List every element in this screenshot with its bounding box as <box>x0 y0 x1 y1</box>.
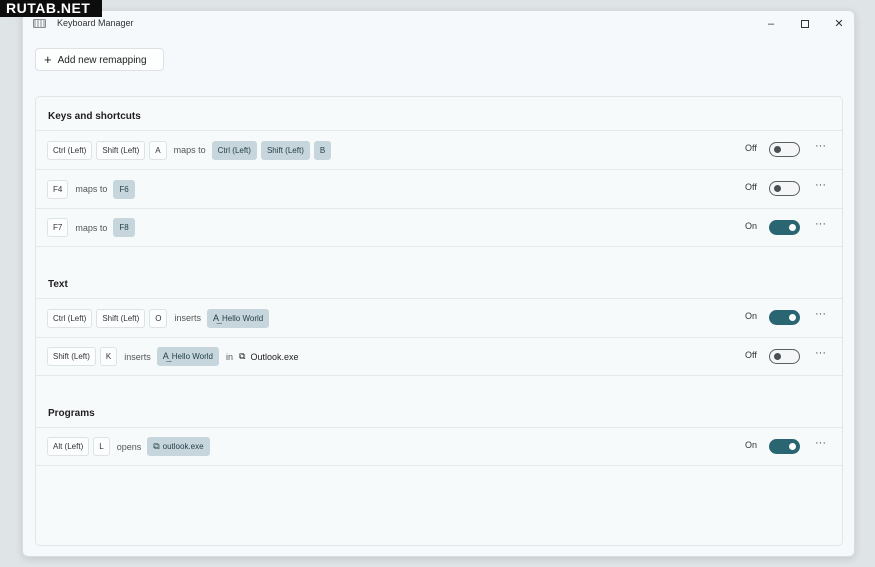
key: F4 <box>47 179 69 199</box>
section-title-text: Text <box>48 279 68 290</box>
remap-row[interactable]: F4 maps to F6 Off ··· <box>36 169 842 208</box>
remap-row[interactable]: Shift (Left) K inserts A͢ Hello World in … <box>36 337 842 376</box>
key: Shift (Left) <box>96 308 146 328</box>
maps-to-label: maps to <box>75 222 108 233</box>
maximize-button[interactable] <box>794 15 816 33</box>
key: Ctrl (Left) <box>47 140 93 160</box>
keyboard-manager-window: Keyboard Manager – ✕ + Add new remapping … <box>22 10 855 557</box>
remap-row[interactable]: Ctrl (Left) Shift (Left) A maps to Ctrl … <box>36 130 842 169</box>
window-title: Keyboard Manager <box>57 18 134 28</box>
minimize-button[interactable]: – <box>760 15 782 33</box>
maps-to-label: maps to <box>173 145 206 155</box>
toggle-knob <box>774 353 781 360</box>
key: A <box>149 140 167 160</box>
key: Shift (Left) <box>47 347 96 366</box>
text-icon: A͢ <box>162 351 169 361</box>
toggle-knob <box>774 185 781 192</box>
enable-toggle[interactable] <box>769 220 800 235</box>
enable-toggle[interactable] <box>769 310 800 325</box>
state-label: On <box>745 221 758 231</box>
add-new-remapping-label: Add new remapping <box>57 55 147 66</box>
target-key: B <box>313 140 332 160</box>
toggle-knob <box>789 224 796 231</box>
watermark: RUTAB.NET <box>0 0 102 17</box>
inserted-text: Hello World <box>222 313 264 323</box>
maximize-icon <box>801 20 809 29</box>
key: Alt (Left) <box>47 437 90 456</box>
keyboard-icon <box>33 19 46 28</box>
target-key: F6 <box>113 179 135 199</box>
enable-toggle[interactable] <box>769 181 800 196</box>
key: F7 <box>47 218 69 237</box>
state-label: Off <box>745 143 757 153</box>
more-options-icon[interactable]: ··· <box>815 347 826 359</box>
more-options-icon[interactable]: ··· <box>815 437 826 449</box>
target-key: Shift (Left) <box>260 140 310 160</box>
maps-to-label: maps to <box>75 184 108 194</box>
add-new-remapping-button[interactable]: + Add new remapping <box>35 48 164 71</box>
more-options-icon[interactable]: ··· <box>815 179 826 191</box>
app-window-icon: ⧉ <box>153 441 160 451</box>
state-label: Off <box>745 182 757 192</box>
enable-toggle[interactable] <box>769 439 800 454</box>
state-label: Off <box>745 350 757 360</box>
opens-label: opens <box>116 441 142 452</box>
app-window-icon: ⧉ <box>239 351 246 361</box>
program-name: outlook.exe <box>162 442 204 451</box>
close-button[interactable]: ✕ <box>828 15 850 33</box>
section-title-keys: Keys and shortcuts <box>48 111 141 122</box>
app-name: Outlook.exe <box>250 351 299 362</box>
enable-toggle[interactable] <box>769 142 800 157</box>
more-options-icon[interactable]: ··· <box>815 140 826 152</box>
key: L <box>93 437 110 456</box>
toggle-knob <box>789 443 796 450</box>
state-label: On <box>745 311 758 321</box>
target-key: F8 <box>113 218 135 237</box>
in-label: in <box>225 351 233 362</box>
more-options-icon[interactable]: ··· <box>815 218 826 230</box>
key: K <box>99 347 118 366</box>
target-key: Ctrl (Left) <box>211 140 257 160</box>
program-chip: ⧉ outlook.exe <box>147 437 210 456</box>
plus-icon: + <box>44 52 52 67</box>
remap-row[interactable]: Ctrl (Left) Shift (Left) O inserts A͢ Hel… <box>36 298 842 337</box>
remap-row[interactable]: F7 maps to F8 On ··· <box>36 208 842 247</box>
enable-toggle[interactable] <box>769 349 800 364</box>
remappings-card: Keys and shortcuts Ctrl (Left) Shift (Le… <box>35 96 843 546</box>
inserted-text-chip: A͢ Hello World <box>207 308 270 328</box>
key: O <box>149 308 168 328</box>
inserts-label: inserts <box>124 351 151 362</box>
more-options-icon[interactable]: ··· <box>815 308 826 320</box>
toggle-knob <box>774 146 781 153</box>
toggle-knob <box>789 314 796 321</box>
inserted-text-chip: A͢ Hello World <box>156 347 219 366</box>
state-label: On <box>745 440 758 450</box>
key: Shift (Left) <box>96 140 146 160</box>
inserted-text: Hello World <box>171 352 213 361</box>
inserts-label: inserts <box>174 313 201 323</box>
text-icon: A͢ <box>213 312 220 323</box>
key: Ctrl (Left) <box>47 308 93 328</box>
title-bar: Keyboard Manager – ✕ <box>23 11 854 37</box>
remap-row[interactable]: Alt (Left) L opens ⧉ outlook.exe On ··· <box>36 427 842 466</box>
section-title-programs: Programs <box>48 408 95 419</box>
